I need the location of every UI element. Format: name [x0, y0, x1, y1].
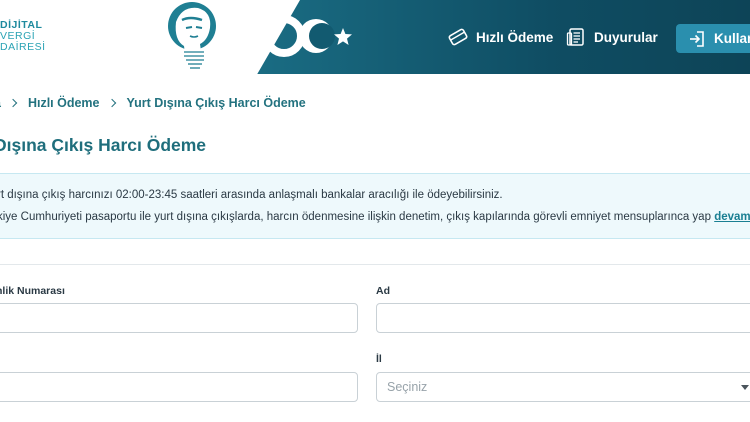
- login-button-label: Kullanıcı: [714, 31, 750, 46]
- chevron-right-icon: [8, 98, 18, 108]
- info-line-hours: rt dışına çıkış harcınızı 02:00-23:45 sa…: [0, 189, 503, 201]
- province-select[interactable]: Seçiniz: [376, 372, 750, 402]
- id-number-label: nlik Numarası: [0, 285, 65, 297]
- nav-quick-payment[interactable]: Hızlı Ödeme: [448, 0, 553, 74]
- breadcrumb: a Hızlı Ödeme Yurt Dışına Çıkış Harcı Öd…: [0, 96, 306, 110]
- 100th-anniversary-emblem: [250, 15, 352, 57]
- info-line-passport: kiye Cumhuriyeti pasaportu ile yurt dışı…: [0, 211, 750, 223]
- breadcrumb-quick-payment[interactable]: Hızlı Ödeme: [28, 96, 100, 110]
- document-list-icon: [566, 28, 584, 46]
- info-line-passport-text: kiye Cumhuriyeti pasaportu ile yurt dışı…: [0, 211, 711, 223]
- app-header: DİJİTAL VERGİ DAİRESİ Hızlı Ödeme Duyuru…: [0, 0, 750, 74]
- read-more-link[interactable]: devamını o: [714, 211, 750, 223]
- nav-announcements-label: Duyurular: [594, 29, 658, 45]
- chevron-right-icon: [107, 98, 116, 108]
- ataturk-portrait-icon: [168, 2, 216, 69]
- login-icon: [690, 30, 704, 47]
- payment-form: nlik Numarası Ad İl Seçiniz: [0, 264, 750, 422]
- id-number-input[interactable]: [0, 303, 358, 333]
- province-select-placeholder: Seçiniz: [387, 380, 428, 394]
- logo-line-3: DAİRESİ: [0, 41, 46, 53]
- breadcrumb-current: Yurt Dışına Çıkış Harcı Ödeme: [126, 96, 306, 110]
- info-box: rt dışına çıkış harcınızı 02:00-23:45 sa…: [0, 173, 750, 239]
- nav-announcements[interactable]: Duyurular: [566, 0, 658, 74]
- chevron-down-icon: [741, 385, 749, 390]
- breadcrumb-home[interactable]: a: [0, 96, 1, 110]
- surname-input[interactable]: [0, 372, 358, 402]
- nav-quick-payment-label: Hızlı Ödeme: [476, 29, 554, 45]
- name-label: Ad: [376, 285, 390, 297]
- province-label: İl: [376, 353, 382, 365]
- name-input[interactable]: [376, 303, 750, 333]
- card-icon: [448, 28, 468, 46]
- page-title: Dışına Çıkış Harcı Ödeme: [0, 135, 207, 155]
- dijital-vergi-dairesi-logo[interactable]: DİJİTAL VERGİ DAİRESİ: [0, 20, 60, 56]
- login-button[interactable]: Kullanıcı: [676, 24, 750, 53]
